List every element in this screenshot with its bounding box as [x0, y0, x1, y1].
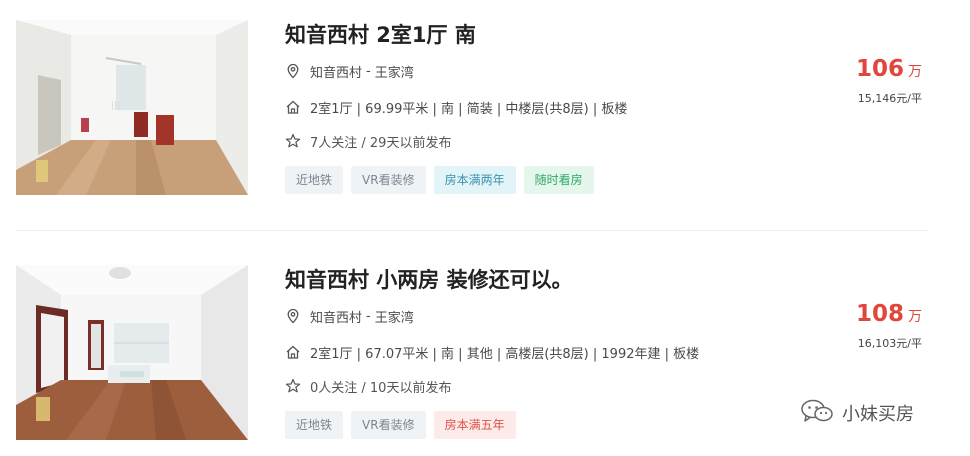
house-info-row: 2室1厅 | 67.07平米 | 南 | 其他 | 高楼层(共8层) | 199… [285, 341, 699, 363]
location-row: 知音西村 - 王家湾 [285, 60, 414, 82]
total-price: 106 万 [782, 56, 922, 82]
house-icon [285, 99, 301, 115]
star-icon [285, 378, 301, 394]
listing-title[interactable]: 知音西村 2室1厅 南 [285, 20, 805, 52]
svg-text:|||: ||| [111, 101, 120, 111]
total-price-value: 106 [855, 56, 904, 82]
unit-price: 15,146元/平 [857, 92, 922, 105]
follow-info-row: 0人关注 / 10天以前发布 [285, 375, 451, 397]
total-price: 108 万 [782, 301, 922, 327]
location-row: 知音西村 - 王家湾 [285, 305, 414, 327]
community-link[interactable]: 知音西村 [310, 62, 362, 81]
area-link[interactable]: 王家湾 [375, 307, 414, 326]
house-info: 2室1厅 | 69.99平米 | 南 | 简装 | 中楼层(共8层) | 板楼 [310, 101, 628, 117]
tag-five-years: 房本满五年 [433, 411, 516, 439]
listing-title[interactable]: 知音西村 小两房 装修还可以。 [285, 265, 805, 297]
house-info-row: 2室1厅 | 69.99平米 | 南 | 简装 | 中楼层(共8层) | 板楼 [285, 96, 627, 118]
tag-vr-decoration[interactable]: VR看装修 [351, 166, 426, 194]
follow-info: 0人关注 / 10天以前发布 [310, 380, 452, 396]
follow-info: 7人关注 / 29天以前发布 [310, 135, 452, 151]
unit-price: 16,103元/平 [857, 337, 922, 350]
wechat-icon [800, 398, 834, 428]
total-price-unit: 万 [908, 64, 922, 80]
location-pin-icon [285, 308, 301, 324]
total-price-unit: 万 [908, 309, 922, 325]
tag-list: 近地铁 VR看装修 房本满五年 [285, 411, 516, 439]
house-icon [285, 344, 301, 360]
location-pin-icon [285, 63, 301, 79]
tag-near-subway: 近地铁 [285, 411, 344, 439]
listing-card: ||| 知音西村 2室1厅 南 知音西村 - 王家湾 2室1厅 | 69.99平… [16, 20, 928, 196]
price-block: 108 万 16,103元/平 [782, 301, 922, 351]
listing-card: 知音西村 小两房 装修还可以。 知音西村 - 王家湾 2室1厅 | 67.07平… [16, 265, 928, 441]
tag-anytime-viewing: 随时看房 [523, 166, 594, 194]
watermark-text: 小妹买房 [842, 404, 914, 425]
location-separator: - [366, 308, 371, 324]
follow-info-row: 7人关注 / 29天以前发布 [285, 130, 451, 152]
wechat-watermark: 小妹买房 [800, 398, 914, 428]
listing-photo[interactable]: ||| [16, 20, 248, 195]
community-link[interactable]: 知音西村 [310, 307, 362, 326]
tag-near-subway: 近地铁 [285, 166, 344, 194]
tag-list: 近地铁 VR看装修 房本满两年 随时看房 [285, 166, 594, 194]
listing-divider [16, 230, 928, 231]
total-price-value: 108 [855, 301, 904, 327]
price-block: 106 万 15,146元/平 [782, 56, 922, 106]
area-link[interactable]: 王家湾 [375, 62, 414, 81]
listing-photo[interactable] [16, 265, 248, 440]
tag-vr-decoration[interactable]: VR看装修 [351, 411, 426, 439]
tag-two-years: 房本满两年 [433, 166, 516, 194]
star-icon [285, 133, 301, 149]
location-separator: - [366, 63, 371, 79]
house-info: 2室1厅 | 67.07平米 | 南 | 其他 | 高楼层(共8层) | 199… [310, 346, 700, 362]
listing-info: 知音西村 2室1厅 南 知音西村 - 王家湾 2室1厅 | 69.99平米 | … [285, 20, 805, 194]
listing-info: 知音西村 小两房 装修还可以。 知音西村 - 王家湾 2室1厅 | 67.07平… [285, 265, 805, 439]
